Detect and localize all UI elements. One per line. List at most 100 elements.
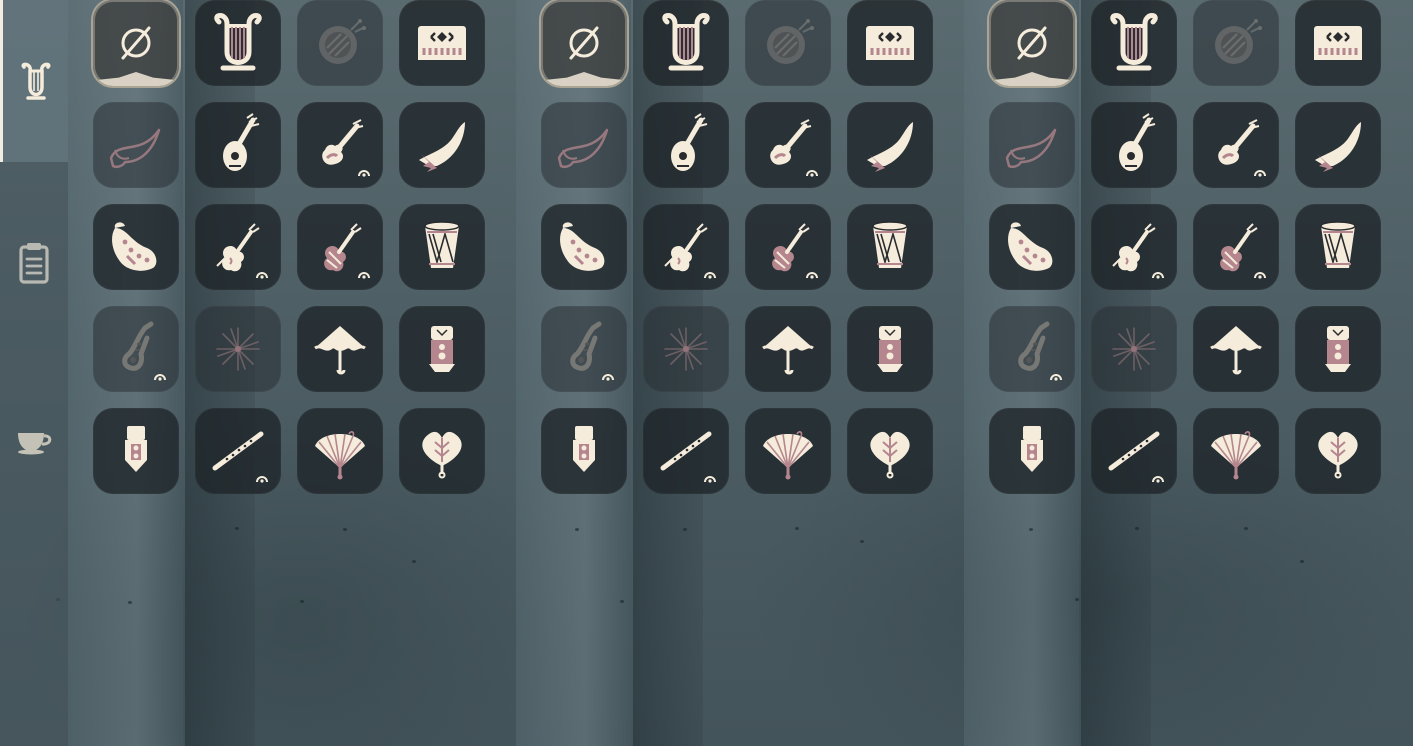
instrument-slot[interactable] <box>745 408 831 494</box>
umbrella-icon <box>314 326 366 375</box>
lock-badge-icon <box>1050 374 1062 381</box>
fireworks-icon <box>664 327 708 371</box>
instrument-slot[interactable] <box>297 306 383 392</box>
instrument-slot[interactable] <box>1193 102 1279 188</box>
category-sidebar <box>0 0 68 746</box>
feather-horn-icon <box>1315 122 1361 172</box>
ocarina-icon <box>560 222 605 271</box>
instrument-slot[interactable] <box>1193 204 1279 290</box>
fan-icon <box>1211 431 1261 480</box>
lock-badge-icon <box>256 272 268 279</box>
instrument-slot[interactable] <box>1295 0 1381 86</box>
lock-badge-icon <box>154 374 166 381</box>
drum-icon <box>1320 221 1356 268</box>
instrument-slot[interactable] <box>195 102 281 188</box>
instrument-slot[interactable] <box>745 0 831 86</box>
instrument-slot[interactable] <box>1091 306 1177 392</box>
instrument-slot[interactable] <box>1091 408 1177 494</box>
tab-instruments[interactable] <box>0 0 68 162</box>
instrument-slot[interactable] <box>399 408 485 494</box>
instrument-slot[interactable] <box>1295 204 1381 290</box>
bell-icon <box>125 426 147 472</box>
instrument-slot[interactable] <box>541 0 627 86</box>
instrument-slot[interactable] <box>1091 204 1177 290</box>
lock-badge-icon <box>358 272 370 279</box>
instrument-slot[interactable] <box>297 204 383 290</box>
instrument-slot[interactable] <box>297 0 383 86</box>
lock-badge-icon <box>806 272 818 279</box>
instrument-slot[interactable] <box>1295 408 1381 494</box>
fan-icon <box>763 431 813 480</box>
instrument-slot[interactable] <box>643 102 729 188</box>
instrument-slot[interactable] <box>195 408 281 494</box>
instrument-slot[interactable] <box>93 306 179 392</box>
instrument-slot[interactable] <box>93 0 179 86</box>
lock-badge-icon <box>1254 170 1266 177</box>
instrument-slot[interactable] <box>93 408 179 494</box>
handpan-icon <box>1215 19 1262 64</box>
instrument-slot[interactable] <box>847 306 933 392</box>
instrument-slot[interactable] <box>745 102 831 188</box>
feather-horn-icon <box>867 122 913 172</box>
fireworks-icon <box>1112 327 1156 371</box>
lute-icon <box>671 113 708 171</box>
instrument-slot[interactable] <box>195 0 281 86</box>
instrument-slot[interactable] <box>93 204 179 290</box>
teacup-icon <box>14 425 54 455</box>
instrument-slot[interactable] <box>541 408 627 494</box>
instrument-slot[interactable] <box>297 408 383 494</box>
instrument-slot[interactable] <box>847 0 933 86</box>
instrument-slot[interactable] <box>989 408 1075 494</box>
instrument-slot[interactable] <box>847 204 933 290</box>
instrument-slot[interactable] <box>399 0 485 86</box>
piano-icon <box>866 26 914 60</box>
instrument-slot[interactable] <box>1091 0 1177 86</box>
none-icon <box>1017 26 1047 60</box>
instrument-slot[interactable] <box>745 204 831 290</box>
tab-other[interactable] <box>0 410 68 470</box>
tab-songs[interactable] <box>0 225 68 301</box>
instrument-slot[interactable] <box>399 204 485 290</box>
fireworks-icon <box>216 327 260 371</box>
piano-icon <box>1314 26 1362 60</box>
instrument-slot[interactable] <box>399 102 485 188</box>
lock-badge-icon <box>256 476 268 483</box>
leaf-fan-icon <box>870 431 910 479</box>
instrument-slot[interactable] <box>1295 306 1381 392</box>
instrument-slot[interactable] <box>1295 102 1381 188</box>
instrument-slot[interactable] <box>989 204 1075 290</box>
instrument-slot[interactable] <box>745 306 831 392</box>
instrument-slot[interactable] <box>643 408 729 494</box>
bell-icon <box>573 426 595 472</box>
piano-icon <box>418 26 466 60</box>
leaf-fan-icon <box>1318 431 1358 479</box>
lute-icon <box>1119 113 1156 171</box>
instrument-slot[interactable] <box>847 102 933 188</box>
instrument-slot[interactable] <box>847 408 933 494</box>
instrument-slot[interactable] <box>541 204 627 290</box>
feather-horn-icon <box>419 122 465 172</box>
instrument-slot[interactable] <box>989 102 1075 188</box>
instrument-slot[interactable] <box>643 0 729 86</box>
instrument-slot[interactable] <box>989 306 1075 392</box>
instrument-slot[interactable] <box>1193 0 1279 86</box>
drum-icon <box>424 221 460 268</box>
harp-icon <box>214 13 262 71</box>
clipboard-icon <box>16 241 52 285</box>
instrument-slot[interactable] <box>195 204 281 290</box>
instrument-slot[interactable] <box>643 204 729 290</box>
instrument-slot[interactable] <box>93 102 179 188</box>
horn-icon <box>1005 128 1057 169</box>
instrument-slot[interactable] <box>643 306 729 392</box>
instrument-slot[interactable] <box>1091 102 1177 188</box>
instrument-slot[interactable] <box>1193 408 1279 494</box>
instrument-slot[interactable] <box>989 0 1075 86</box>
instrument-slot[interactable] <box>541 102 627 188</box>
instrument-slot[interactable] <box>399 306 485 392</box>
instrument-slot[interactable] <box>195 306 281 392</box>
instrument-slot[interactable] <box>1193 306 1279 392</box>
instrument-slot[interactable] <box>541 306 627 392</box>
harp-icon <box>1110 13 1158 71</box>
horn-icon <box>557 128 609 169</box>
instrument-slot[interactable] <box>297 102 383 188</box>
